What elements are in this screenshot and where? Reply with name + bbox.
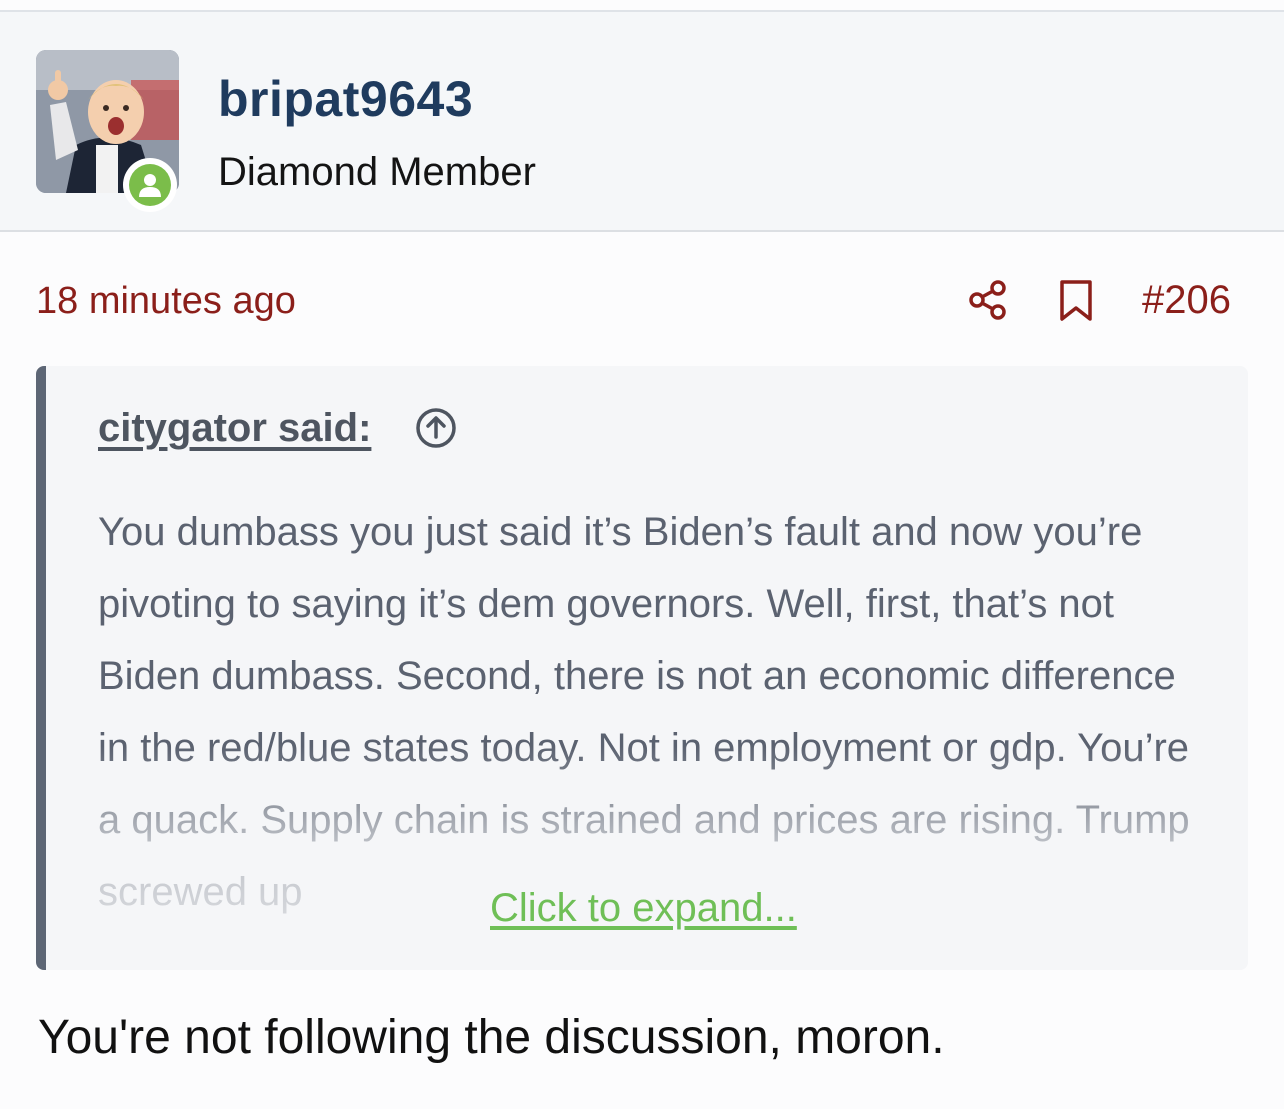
user-icon (129, 164, 171, 206)
bookmark-icon[interactable] (1058, 279, 1094, 328)
username-link[interactable]: bripat9643 (218, 70, 473, 128)
click-to-expand-link[interactable]: Click to expand... (490, 886, 797, 931)
user-header: bripat9643 Diamond Member (0, 12, 1284, 232)
share-icon[interactable] (968, 279, 1010, 326)
quote-author-link[interactable]: citygator said: (98, 406, 371, 451)
quote-text: You dumbass you just said it’s Biden’s f… (98, 510, 1190, 914)
quote-block: citygator said: You dumbass you just sai… (36, 366, 1248, 970)
arrow-up-circle-icon[interactable] (414, 406, 458, 455)
post-body-text: You're not following the discussion, mor… (38, 1011, 945, 1064)
forum-post: bripat9643 Diamond Member 18 minutes ago… (0, 0, 1284, 1109)
online-status-badge (123, 158, 177, 212)
post-timestamp[interactable]: 18 minutes ago (36, 280, 296, 323)
user-title: Diamond Member (218, 150, 536, 194)
post-number-link[interactable]: #206 (1142, 278, 1231, 323)
